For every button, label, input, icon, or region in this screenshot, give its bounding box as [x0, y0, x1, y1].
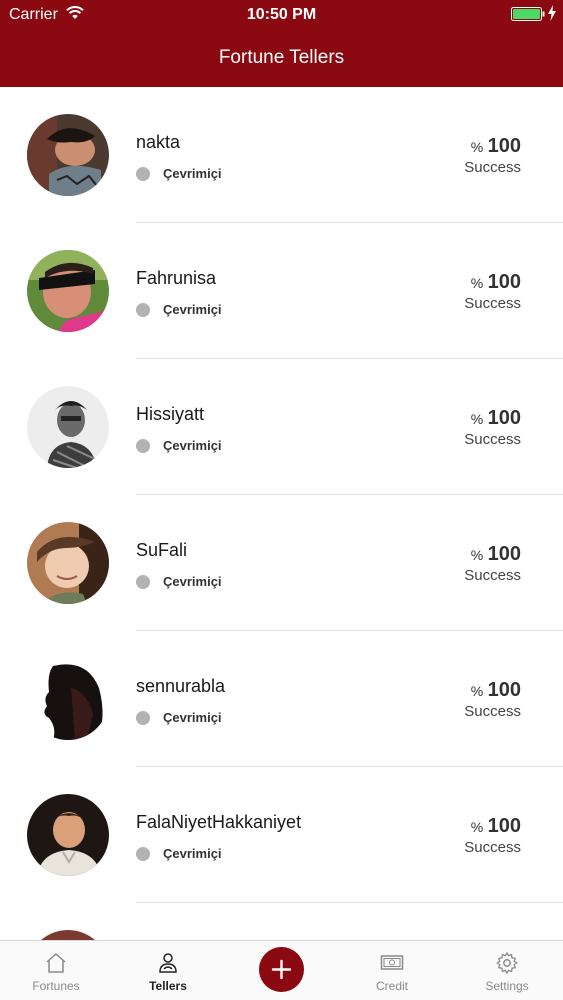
percent-sign: %	[470, 819, 484, 835]
teller-name: SuFali	[136, 540, 188, 560]
success-percent: 100	[487, 543, 521, 565]
credit-icon	[380, 955, 404, 970]
page-title: Fortune Tellers	[218, 47, 345, 68]
avatar	[27, 522, 109, 604]
tab-tellers[interactable]: Tellers	[112, 941, 224, 1000]
success-rate: % 100	[471, 815, 521, 838]
charging-bolt-icon	[548, 5, 556, 21]
success-percent: 100	[487, 135, 521, 157]
teller-row-partial[interactable]	[0, 903, 563, 940]
tab-settings[interactable]: Settings	[451, 941, 563, 1000]
tellers-icon	[159, 953, 177, 973]
teller-row[interactable]: nakta Çevrimiçi % 100 Success	[0, 87, 563, 223]
teller-row[interactable]: Hissiyatt Çevrimiçi % 100 Success	[0, 359, 563, 495]
tab-fortunes[interactable]: Fortunes	[0, 941, 112, 1000]
avatar	[27, 794, 109, 876]
percent-sign: %	[470, 139, 484, 155]
teller-name: FalaNiyetHakkaniyet	[136, 812, 302, 832]
avatar	[27, 930, 109, 940]
success-label: Success	[464, 295, 521, 312]
success-rate: % 100	[471, 543, 521, 566]
tab-credit[interactable]: Credit	[336, 941, 448, 1000]
home-icon	[46, 952, 66, 973]
status-dot-icon	[136, 439, 150, 453]
nav-header: Carrier 10:50 PM Fortune Tellers	[0, 0, 563, 87]
tab-label: Tellers	[149, 979, 187, 993]
add-button[interactable]	[259, 947, 304, 992]
teller-name: Fahrunisa	[136, 268, 217, 288]
success-rate: % 100	[471, 271, 521, 294]
percent-sign: %	[470, 683, 484, 699]
success-rate: % 100	[471, 679, 521, 702]
status-dot-icon	[136, 303, 150, 317]
success-percent: 100	[487, 679, 521, 701]
teller-status: Çevrimiçi	[163, 574, 222, 589]
success-percent: 100	[487, 407, 521, 429]
teller-row[interactable]: SuFali Çevrimiçi % 100 Success	[0, 495, 563, 631]
percent-sign: %	[470, 275, 484, 291]
battery-icon	[511, 7, 545, 21]
success-percent: 100	[487, 271, 521, 293]
teller-status: Çevrimiçi	[163, 302, 222, 317]
plus-icon	[271, 959, 292, 980]
avatar	[27, 250, 109, 332]
status-dot-icon	[136, 575, 150, 589]
avatar	[27, 386, 109, 468]
avatar	[27, 114, 109, 196]
status-dot-icon	[136, 847, 150, 861]
teller-status: Çevrimiçi	[163, 846, 222, 861]
status-dot-icon	[136, 711, 150, 725]
success-label: Success	[464, 839, 521, 856]
success-label: Success	[464, 703, 521, 720]
teller-name: sennurabla	[136, 676, 226, 696]
tellers-list[interactable]: nakta Çevrimiçi % 100 Success Fahrunisa …	[0, 87, 563, 940]
teller-row[interactable]: Fahrunisa Çevrimiçi % 100 Success	[0, 223, 563, 359]
percent-sign: %	[470, 411, 484, 427]
tab-label: Credit	[375, 979, 408, 993]
status-bar: Carrier 10:50 PM	[0, 0, 563, 30]
success-label: Success	[464, 159, 521, 176]
status-dot-icon	[136, 167, 150, 181]
teller-status: Çevrimiçi	[163, 166, 222, 181]
tab-label: Settings	[485, 979, 529, 993]
percent-sign: %	[470, 547, 484, 563]
teller-row[interactable]: sennurabla Çevrimiçi % 100 Success	[0, 631, 563, 767]
teller-status: Çevrimiçi	[163, 710, 222, 725]
teller-name: nakta	[136, 132, 181, 152]
success-rate: % 100	[471, 407, 521, 430]
teller-row[interactable]: FalaNiyetHakkaniyet Çevrimiçi % 100 Succ…	[0, 767, 563, 903]
tab-label: Fortunes	[32, 979, 80, 993]
success-percent: 100	[487, 815, 521, 837]
gear-icon	[495, 951, 519, 975]
avatar	[27, 658, 109, 740]
success-rate: % 100	[471, 135, 521, 158]
teller-name: Hissiyatt	[136, 404, 205, 424]
success-label: Success	[464, 431, 521, 448]
teller-status: Çevrimiçi	[163, 438, 222, 453]
status-time: 10:50 PM	[246, 6, 317, 23]
success-label: Success	[464, 567, 521, 584]
